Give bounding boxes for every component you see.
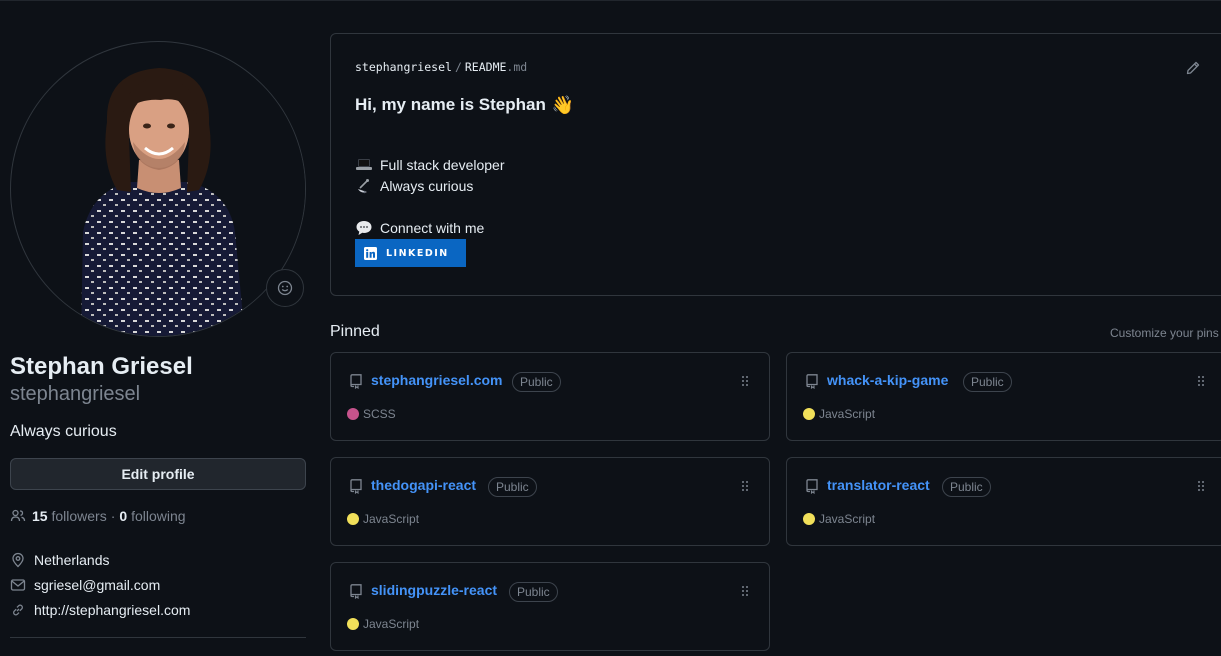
drag-grip-icon[interactable] bbox=[1196, 479, 1206, 493]
readme-path: stephangriesel / README.md bbox=[355, 60, 528, 74]
smiley-icon bbox=[277, 280, 293, 296]
language-color-dot bbox=[347, 408, 359, 420]
language-color-dot bbox=[803, 513, 815, 525]
website-item[interactable]: http://stephangriesel.com bbox=[10, 598, 306, 623]
linkedin-icon bbox=[364, 246, 377, 260]
language-color-dot bbox=[803, 408, 815, 420]
visibility-badge: Public bbox=[942, 477, 991, 497]
people-icon bbox=[10, 509, 26, 521]
mail-icon bbox=[10, 579, 26, 591]
readme-file-link[interactable]: README.md bbox=[465, 60, 527, 74]
pencil-icon bbox=[1186, 61, 1200, 75]
email-item[interactable]: sgriesel@gmail.com bbox=[10, 573, 306, 598]
pinned-card: slidingpuzzle-react Public JavaScript bbox=[330, 562, 770, 651]
customize-pins-link[interactable]: Customize your pins bbox=[1110, 326, 1219, 340]
top-divider bbox=[0, 0, 1221, 1]
location-item: Netherlands bbox=[10, 548, 306, 573]
follow-separator: · bbox=[110, 507, 116, 524]
profile-details: Netherlands sgriesel@gmail.com http://st… bbox=[10, 548, 306, 623]
follow-stats: 15 followers · 0 following bbox=[10, 508, 306, 524]
repo-icon bbox=[350, 479, 362, 494]
readme-line-curious: Always curious bbox=[355, 177, 473, 195]
repo-icon bbox=[350, 374, 362, 389]
drag-grip-icon[interactable] bbox=[740, 374, 750, 388]
profile-login: stephangriesel bbox=[10, 382, 141, 405]
visibility-badge: Public bbox=[488, 477, 537, 497]
readme-line-connect: Connect with me bbox=[355, 219, 484, 237]
repo-link[interactable]: translator-react bbox=[827, 477, 930, 493]
followers-link[interactable]: 15 followers bbox=[32, 508, 107, 524]
profile-bio: Always curious bbox=[10, 422, 117, 440]
repo-link[interactable]: slidingpuzzle-react bbox=[371, 582, 497, 598]
drag-grip-icon[interactable] bbox=[740, 584, 750, 598]
profile-name: Stephan Griesel bbox=[10, 353, 193, 380]
edit-profile-button[interactable]: Edit profile bbox=[10, 457, 306, 490]
laptop-icon bbox=[355, 156, 373, 174]
pinned-card: translator-react Public JavaScript bbox=[786, 457, 1221, 546]
drag-grip-icon[interactable] bbox=[1196, 374, 1206, 388]
repo-language: JavaScript bbox=[347, 512, 419, 526]
repo-language: JavaScript bbox=[803, 512, 875, 526]
repo-icon bbox=[806, 374, 818, 389]
repo-icon bbox=[350, 584, 362, 599]
language-color-dot bbox=[347, 618, 359, 630]
pinned-card: whack-a-kip-game Public JavaScript bbox=[786, 352, 1221, 441]
avatar[interactable] bbox=[10, 41, 306, 337]
edit-readme-button[interactable] bbox=[1185, 60, 1201, 81]
visibility-badge: Public bbox=[963, 372, 1012, 392]
profile-readme: stephangriesel / README.md Hi, my name is … bbox=[330, 33, 1221, 296]
drag-grip-icon[interactable] bbox=[740, 479, 750, 493]
readme-heading: Hi, my name is Stephan 👋 bbox=[355, 94, 575, 115]
readme-owner-link[interactable]: stephangriesel bbox=[355, 60, 452, 74]
repo-language: JavaScript bbox=[803, 407, 875, 421]
pinned-card: stephangriesel.com Public SCSS bbox=[330, 352, 770, 441]
repo-language: SCSS bbox=[347, 407, 396, 421]
satellite-icon bbox=[355, 177, 373, 195]
visibility-badge: Public bbox=[509, 582, 558, 602]
profile-sidebar: Stephan Griesel stephangriesel Always cu… bbox=[10, 41, 306, 638]
set-status-button[interactable] bbox=[266, 269, 304, 307]
avatar-container bbox=[10, 41, 306, 337]
pinned-card: thedogapi-react Public JavaScript bbox=[330, 457, 770, 546]
language-color-dot bbox=[347, 513, 359, 525]
pinned-heading: Pinned bbox=[330, 323, 380, 340]
sidebar-divider bbox=[10, 636, 306, 638]
readme-line-developer: Full stack developer bbox=[355, 156, 505, 174]
waving-hand-icon: 👋 bbox=[551, 94, 575, 115]
repo-icon bbox=[806, 479, 818, 494]
following-link[interactable]: 0 following bbox=[119, 508, 185, 524]
repo-language: JavaScript bbox=[347, 617, 419, 631]
repo-link[interactable]: stephangriesel.com bbox=[371, 372, 503, 388]
linkedin-badge-link[interactable]: LINKEDIN bbox=[355, 239, 466, 267]
repo-link[interactable]: thedogapi-react bbox=[371, 477, 476, 493]
location-pin-icon bbox=[12, 553, 24, 568]
visibility-badge: Public bbox=[512, 372, 561, 392]
link-icon bbox=[13, 604, 23, 616]
speech-bubble-icon bbox=[355, 219, 373, 237]
repo-link[interactable]: whack-a-kip-game bbox=[827, 372, 948, 388]
